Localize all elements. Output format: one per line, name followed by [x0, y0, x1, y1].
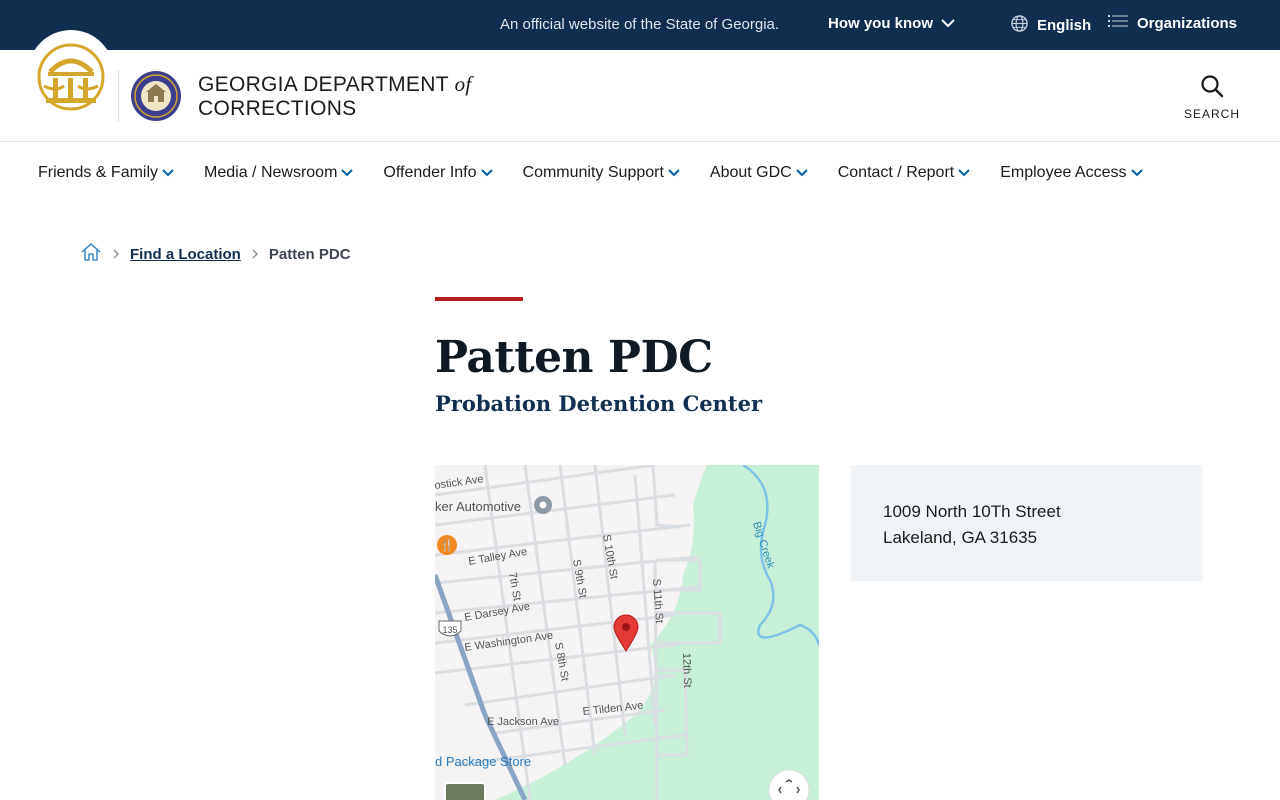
chevron-down-icon	[941, 15, 955, 32]
chevron-down-icon	[162, 164, 174, 182]
home-icon[interactable]	[80, 242, 102, 266]
nav-item-label: Friends & Family	[38, 164, 159, 181]
nav-item-label: Offender Info	[383, 164, 477, 181]
breadcrumb: Find a Location Patten PDC	[80, 242, 351, 266]
how-you-know-button[interactable]: How you know	[828, 15, 955, 32]
map-label-8th: S 8th St	[552, 641, 571, 682]
map-label-package-store: d Package Store	[435, 754, 531, 769]
breadcrumb-find-location-link[interactable]: Find a Location	[130, 246, 241, 263]
svg-text:🍴: 🍴	[440, 539, 454, 552]
route-number-label: 135	[442, 625, 457, 635]
agency-name-line1: GEORGIA DEPARTMENT	[198, 73, 449, 96]
language-label: English	[1037, 17, 1092, 34]
map-label-automotive: ker Automotive	[435, 499, 521, 514]
gdc-seal-icon[interactable]	[130, 70, 182, 127]
map-label-darsey: E Darsey Ave	[463, 601, 531, 624]
chevron-down-icon	[958, 164, 970, 182]
nav-item-label: Employee Access	[1000, 164, 1127, 181]
nav-item-label: About GDC	[709, 164, 792, 181]
chevron-right-icon	[112, 246, 120, 262]
search-button[interactable]: SEARCH	[1178, 74, 1246, 121]
nav-contact-report[interactable]: Contact / Report	[838, 164, 971, 182]
language-selector[interactable]: English	[1010, 14, 1091, 37]
chevron-right-icon	[251, 246, 259, 262]
page-title: Patten PDC	[435, 332, 713, 383]
chevron-down-icon	[341, 164, 354, 182]
address-line2: Lakeland, GA 31635	[883, 528, 1038, 547]
agency-name-of: of	[454, 72, 472, 96]
title-accent-line	[435, 297, 523, 301]
nav-media-newsroom[interactable]: Media / Newsroom	[204, 164, 354, 182]
globe-icon	[1010, 14, 1029, 37]
nav-friends-family[interactable]: Friends & Family	[38, 164, 174, 182]
chevron-down-icon	[480, 164, 493, 182]
address-card: 1009 North 10Th Street Lakeland, GA 3163…	[851, 465, 1203, 581]
street-view-thumbnail[interactable]	[444, 782, 486, 800]
nav-employee-access[interactable]: Employee Access	[1000, 164, 1143, 182]
nav-item-label: Contact / Report	[837, 164, 955, 181]
chevron-down-icon	[1130, 164, 1143, 182]
poi-pin-icon[interactable]	[534, 496, 552, 514]
nav-about-gdc[interactable]: About GDC	[710, 164, 808, 182]
location-map[interactable]: 135 ostick Ave ker Automotive E Talley A…	[435, 465, 819, 800]
route-shield-icon: 135	[438, 620, 462, 637]
agency-name-line2: CORRECTIONS	[198, 97, 357, 120]
nav-community-support[interactable]: Community Support	[523, 164, 680, 182]
organizations-button[interactable]: Organizations	[1108, 14, 1237, 32]
page-subtitle: Probation Detention Center	[435, 391, 763, 416]
how-you-know-label: How you know	[828, 15, 933, 32]
site-header: GEORGIA DEPARTMENT of CORRECTIONS SEARCH	[0, 30, 1280, 142]
header-divider	[118, 70, 119, 122]
nav-offender-info[interactable]: Offender Info	[383, 164, 493, 182]
list-icon	[1108, 14, 1128, 32]
location-marker-icon[interactable]	[613, 614, 639, 652]
map-label-jackson: E Jackson Ave	[487, 716, 559, 728]
nav-item-label: Community Support	[522, 164, 664, 181]
official-site-text: An official website of the State of Geor…	[500, 16, 780, 33]
map-label-10th: S 10th St	[600, 533, 620, 580]
agency-name[interactable]: GEORGIA DEPARTMENT of CORRECTIONS	[198, 72, 472, 121]
state-seal-container[interactable]	[28, 30, 114, 116]
organizations-label: Organizations	[1137, 14, 1238, 32]
chevron-down-icon	[796, 164, 808, 182]
restaurant-icon[interactable]: 🍴	[437, 535, 457, 555]
chevron-down-icon	[668, 164, 680, 182]
main-nav: Friends & Family Media / Newsroom Offend…	[38, 164, 1173, 182]
official-banner: An official website of the State of Geor…	[0, 0, 1280, 50]
map-label-12th: 12th St	[680, 653, 693, 688]
nav-item-label: Media / Newsroom	[204, 164, 338, 181]
search-icon	[1200, 75, 1224, 102]
georgia-state-seal-icon	[36, 42, 106, 117]
search-label: SEARCH	[1183, 107, 1240, 121]
address-line1: 1009 North 10Th Street	[883, 502, 1061, 521]
breadcrumb-current: Patten PDC	[268, 245, 351, 263]
